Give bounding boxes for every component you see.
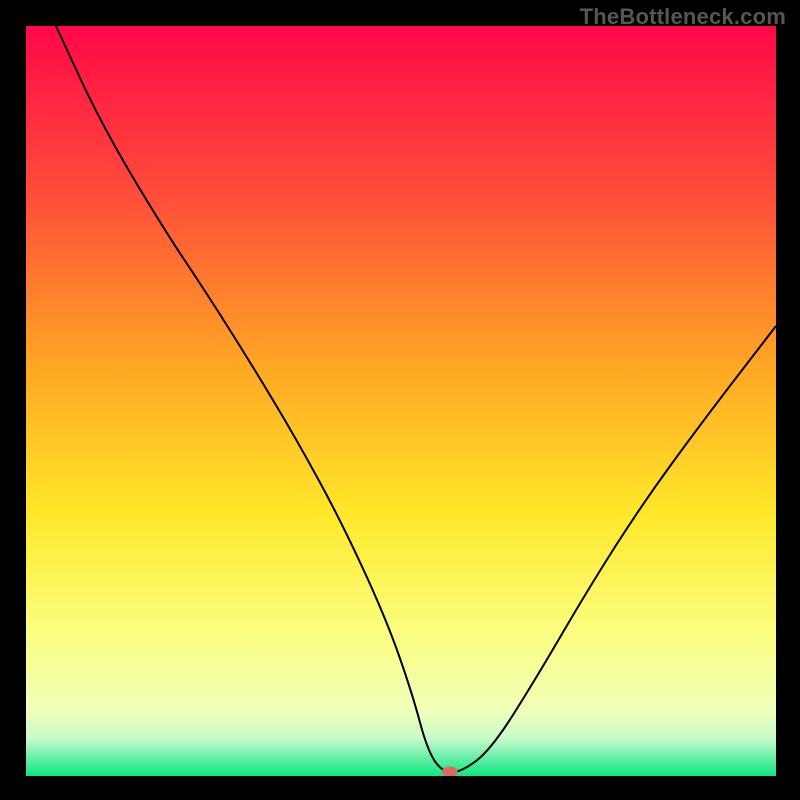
chart-frame: TheBottleneck.com — [0, 0, 800, 800]
watermark-text: TheBottleneck.com — [580, 4, 786, 30]
plot-area — [26, 26, 776, 776]
chart-svg — [26, 26, 776, 776]
